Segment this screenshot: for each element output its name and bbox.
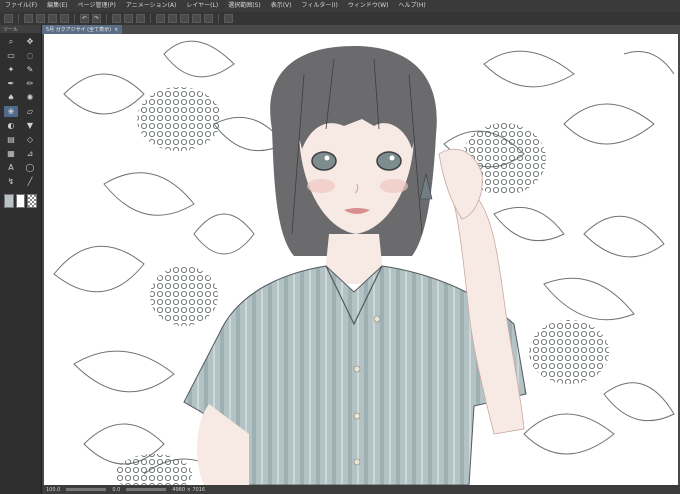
gradient-icon[interactable]: ▤ [4,134,18,145]
app-icon [4,14,13,23]
document-tab-title: 5月 ガクアジサイ (全て表示) [46,27,112,33]
menu-bar: ファイル(F) 編集(E) ページ管理(P) アニメーション(A) レイヤー(L… [0,0,680,12]
export-icon[interactable] [60,14,69,23]
brush-icon[interactable]: ♠ [4,92,18,103]
canvas-area: 5月 ガクアジサイ (全て表示) × 100.0 0.0 4960 × 7016 [42,25,680,494]
move-icon[interactable]: ✥ [23,36,37,47]
right-eye [376,151,402,171]
close-icon[interactable]: × [114,27,118,33]
menu-window[interactable]: ウィンドウ(W) [343,0,394,12]
text-icon[interactable]: A [4,162,18,173]
toolbar-separator [106,14,107,23]
menu-page[interactable]: ページ管理(P) [73,0,121,12]
settings-icon[interactable] [224,14,233,23]
status-bar: 100.0 0.0 4960 × 7016 [42,485,680,494]
eyedropper-icon[interactable]: ✎ [23,64,37,75]
transform-icon[interactable] [136,14,145,23]
blush-right [380,179,408,193]
artwork-canvas[interactable] [44,34,678,485]
menu-edit[interactable]: 編集(E) [42,0,72,12]
lasso-icon[interactable]: ◌ [23,50,37,61]
deselect-icon[interactable] [156,14,165,23]
menu-layer[interactable]: レイヤー(L) [181,0,223,12]
snap-grid-icon[interactable] [192,14,201,23]
line-icon[interactable]: ╱ [23,176,37,187]
undo-icon[interactable]: ↶ [80,14,89,23]
sub-color-swatch[interactable] [15,194,26,208]
balloon-icon[interactable]: ◯ [23,162,37,173]
pen-icon[interactable]: ✒ [4,78,18,89]
open-file-icon[interactable] [36,14,45,23]
pencil-icon[interactable]: ✏ [23,78,37,89]
eraser-icon[interactable]: ▱ [23,106,37,117]
rotation-value[interactable]: 0.0 [112,487,120,493]
blush-left [307,179,335,193]
tool-panel-header: ツール [0,25,41,33]
color-icons [0,190,41,212]
command-bar: ↶ ↷ [0,12,680,25]
left-eye [311,151,337,171]
toolbar-separator [18,14,19,23]
airbrush-icon[interactable]: ✺ [23,92,37,103]
canvas-size: 4960 × 7016 [172,486,206,493]
document-tab[interactable]: 5月 ガクアジサイ (全て表示) × [42,25,123,34]
fill-selection-icon[interactable] [124,14,133,23]
snap-ruler-icon[interactable] [180,14,189,23]
toolbar-separator [74,14,75,23]
transparent-color-swatch[interactable] [27,194,38,208]
clear-icon[interactable] [112,14,121,23]
frame-icon[interactable]: ▦ [4,148,18,159]
redo-icon[interactable]: ↷ [92,14,101,23]
toolbar-separator [150,14,151,23]
menu-view[interactable]: 表示(V) [266,0,297,12]
menu-filter[interactable]: フィルター(I) [297,0,343,12]
tool-grid: ⌕ ✥ ▭ ◌ ✦ ✎ ✒ ✏ ♠ ✺ ❀ ▱ ◐ ▼ ▤ ◇ ▦ ⊿ A ◯ ↯ ╱ [0,33,41,190]
menu-selection[interactable]: 選択範囲(S) [223,0,266,12]
new-file-icon[interactable] [24,14,33,23]
correction-icon[interactable]: ↯ [4,176,18,187]
invert-selection-icon[interactable] [168,14,177,23]
main-color-swatch[interactable] [4,194,14,208]
ruler-icon[interactable]: ⊿ [23,148,37,159]
zoom-icon[interactable]: ⌕ [4,36,18,47]
menu-animation[interactable]: アニメーション(A) [121,0,182,12]
menu-help[interactable]: ヘルプ(H) [393,0,430,12]
autoselect-icon[interactable]: ✦ [4,64,18,75]
zoom-slider[interactable] [66,488,107,491]
fill-icon[interactable]: ▼ [23,120,37,131]
illustration [53,40,675,485]
tool-panel-title: ツール [3,26,19,33]
decoration-icon[interactable]: ❀ [4,106,18,117]
save-icon[interactable] [48,14,57,23]
rotation-slider[interactable] [126,488,167,491]
blend-icon[interactable]: ◐ [4,120,18,131]
snap-special-icon[interactable] [204,14,213,23]
menu-file[interactable]: ファイル(F) [0,0,42,12]
tool-panel: ツール ⌕ ✥ ▭ ◌ ✦ ✎ ✒ ✏ ♠ ✺ ❀ ▱ ◐ ▼ ▤ ◇ ▦ ⊿ A ◯ ↯ ╱ [0,25,42,494]
figure-icon[interactable]: ◇ [23,134,37,145]
zoom-value[interactable]: 100.0 [46,487,60,493]
select-rect-icon[interactable]: ▭ [4,50,18,61]
toolbar-separator [218,14,219,23]
